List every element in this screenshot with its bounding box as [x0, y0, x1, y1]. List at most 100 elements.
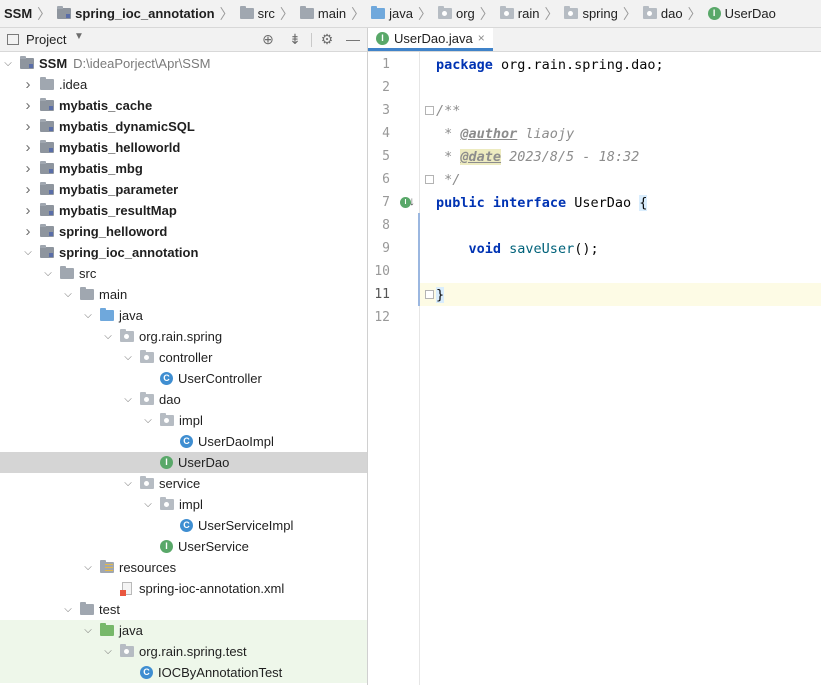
chevron-right-icon[interactable]: ›	[22, 139, 34, 156]
chevron-down-icon[interactable]: ⌵	[62, 289, 74, 300]
tree-row[interactable]: › mybatis_helloworld	[0, 137, 367, 158]
breadcrumb-item[interactable]: src	[239, 0, 275, 27]
chevron-down-icon[interactable]: ⌵	[42, 268, 54, 279]
tree-row[interactable]: ⌵ java	[0, 305, 367, 326]
tree-row[interactable]: › mybatis_parameter	[0, 179, 367, 200]
fold-marker-icon[interactable]	[425, 175, 434, 184]
module-folder-icon	[40, 224, 54, 237]
chevron-down-icon[interactable]: ⌵	[82, 625, 94, 636]
chevron-down-icon[interactable]: ⌵	[102, 646, 114, 657]
breadcrumb-separator-icon: 〉	[351, 5, 366, 22]
chevron-down-icon[interactable]: ⌵	[82, 310, 94, 321]
locate-icon[interactable]: ⊕	[260, 31, 276, 47]
chevron-down-icon[interactable]: ⌵	[22, 247, 34, 258]
chevron-right-icon[interactable]: ›	[22, 97, 34, 114]
tree-row[interactable]: › mybatis_resultMap	[0, 200, 367, 221]
line-number: 9	[382, 241, 390, 256]
chevron-down-icon[interactable]: ⌵	[102, 331, 114, 342]
chevron-down-icon[interactable]: ▼	[74, 31, 84, 42]
tree-row[interactable]: › mybatis_dynamicSQL	[0, 116, 367, 137]
package-icon	[499, 6, 514, 19]
tree-row[interactable]: ⌵ controller	[0, 347, 367, 368]
tree-row[interactable]: ⌵ org.rain.spring.test	[0, 641, 367, 662]
tree-item-label: org.rain.spring	[139, 329, 223, 344]
tree-row[interactable]: ⌵ impl	[0, 494, 367, 515]
tree-row[interactable]: ⌵ resources	[0, 557, 367, 578]
chevron-down-icon[interactable]: ⌵	[122, 478, 134, 489]
close-icon[interactable]: ×	[478, 31, 485, 45]
code-line-11[interactable]: }	[436, 287, 445, 303]
tree-row[interactable]: ⌵ service	[0, 473, 367, 494]
project-tree[interactable]: ⌵ SSM D:\ideaPorject\Apr\SSM › .idea › mybatis…	[0, 52, 367, 685]
code-line-5[interactable]: * @date 2023/8/5 - 18:32	[436, 149, 639, 165]
collapse-all-icon[interactable]: ⇟	[287, 31, 303, 47]
breadcrumb-item[interactable]: java	[371, 0, 413, 27]
chevron-down-icon[interactable]: ⌵	[62, 604, 74, 615]
chevron-down-icon[interactable]: ⌵	[142, 499, 154, 510]
settings-icon[interactable]: ⚙	[319, 31, 335, 47]
fold-marker-icon[interactable]	[425, 290, 434, 299]
tree-row[interactable]: C IOCByAnnotationTest	[0, 662, 367, 683]
folder-icon	[40, 77, 54, 90]
project-view-selector[interactable]: Project	[26, 32, 66, 47]
tree-row[interactable]: › mybatis_cache	[0, 95, 367, 116]
breadcrumb-item[interactable]: org	[437, 0, 475, 27]
package-icon	[160, 497, 174, 510]
implemented-gutter-icon[interactable]: I ↓	[400, 194, 416, 210]
breadcrumb-label: spring_ioc_annotation	[75, 6, 215, 21]
tree-item-label: IOCByAnnotationTest	[158, 665, 283, 680]
chevron-down-icon[interactable]: ⌵	[2, 58, 14, 69]
code-line-3[interactable]: /**	[436, 103, 460, 119]
chevron-right-icon[interactable]: ›	[22, 76, 34, 93]
breadcrumb-item[interactable]: dao	[642, 0, 683, 27]
tree-row[interactable]: C UserController	[0, 368, 367, 389]
chevron-down-icon[interactable]: ⌵	[82, 562, 94, 573]
package-icon	[120, 329, 134, 342]
tree-item-label: impl	[179, 497, 203, 512]
tree-row[interactable]: ⌵ test	[0, 599, 367, 620]
chevron-down-icon[interactable]: ⌵	[142, 415, 154, 426]
code-line-9[interactable]: void saveUser();	[436, 241, 599, 257]
chevron-right-icon[interactable]: ›	[22, 223, 34, 240]
breadcrumb-item[interactable]: main	[299, 0, 346, 27]
breadcrumb-item[interactable]: rain	[499, 0, 539, 27]
tree-row[interactable]: ⌵ src	[0, 263, 367, 284]
tree-row[interactable]: › mybatis_mbg	[0, 158, 367, 179]
breadcrumb-item[interactable]: I UserDao	[707, 0, 776, 27]
tree-item-label: test	[99, 602, 120, 617]
package-icon	[140, 392, 154, 405]
tab-userdao-java[interactable]: I UserDao.java ×	[368, 28, 493, 51]
toolbar-divider	[311, 33, 312, 47]
breadcrumb-item[interactable]: SSM	[4, 0, 32, 27]
interface-icon: I	[160, 456, 173, 469]
chevron-right-icon[interactable]: ›	[22, 181, 34, 198]
tree-row[interactable]: › spring_helloword	[0, 221, 367, 242]
tree-row[interactable]: ⌵ dao	[0, 389, 367, 410]
tree-row[interactable]: ⌵ SSM D:\ideaPorject\Apr\SSM	[0, 53, 367, 74]
tree-row[interactable]: › .idea	[0, 74, 367, 95]
tree-row[interactable]: ⌵ org.rain.spring	[0, 326, 367, 347]
code-line-4[interactable]: * @author liaojy	[436, 126, 574, 142]
tree-row[interactable]: spring-ioc-annotation.xml	[0, 578, 367, 599]
chevron-right-icon[interactable]: ›	[22, 118, 34, 135]
code-line-7[interactable]: public interface UserDao {	[436, 195, 648, 211]
chevron-down-icon[interactable]: ⌵	[122, 352, 134, 363]
chevron-down-icon[interactable]: ⌵	[122, 394, 134, 405]
breadcrumb-item[interactable]: spring_ioc_annotation	[57, 0, 215, 27]
project-path: D:\ideaPorject\Apr\SSM	[73, 56, 211, 71]
breadcrumb-item[interactable]: spring	[564, 0, 618, 27]
code-line-6[interactable]: */	[436, 172, 460, 188]
tree-row-selected[interactable]: I UserDao	[0, 452, 367, 473]
tree-row[interactable]: ⌵ java	[0, 620, 367, 641]
fold-marker-icon[interactable]	[425, 106, 434, 115]
tree-row[interactable]: ⌵ spring_ioc_annotation	[0, 242, 367, 263]
tree-row[interactable]: C UserServiceImpl	[0, 515, 367, 536]
chevron-right-icon[interactable]: ›	[22, 202, 34, 219]
tree-row[interactable]: ⌵ main	[0, 284, 367, 305]
chevron-right-icon[interactable]: ›	[22, 160, 34, 177]
hide-icon[interactable]: —	[345, 31, 361, 47]
tree-row[interactable]: I UserService	[0, 536, 367, 557]
tree-row[interactable]: C UserDaoImpl	[0, 431, 367, 452]
code-line-1[interactable]: package org.rain.spring.dao;	[436, 57, 664, 73]
tree-row[interactable]: ⌵ impl	[0, 410, 367, 431]
